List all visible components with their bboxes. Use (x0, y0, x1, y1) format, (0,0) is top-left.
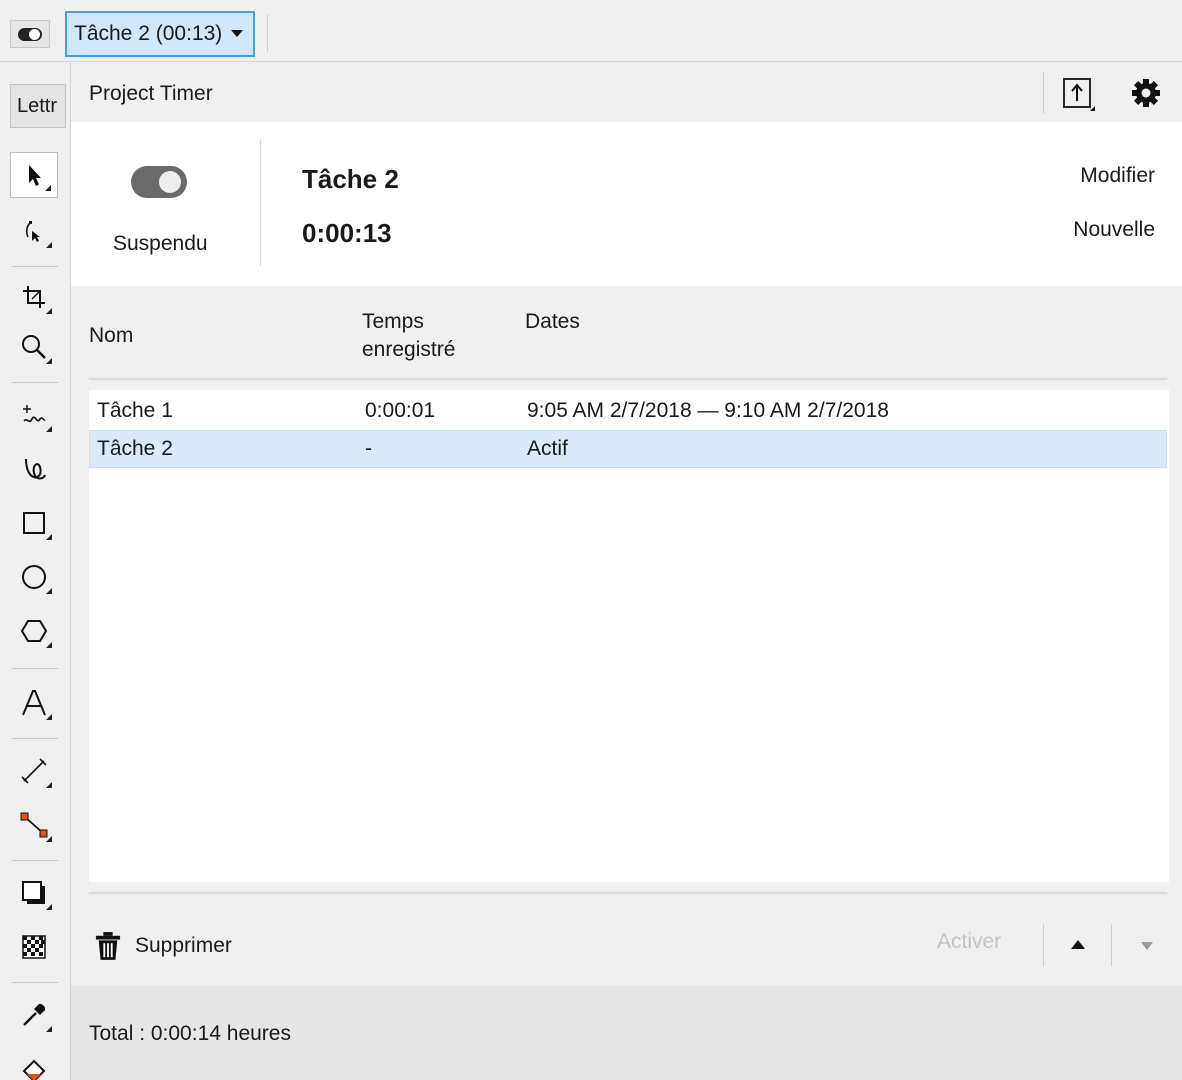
divider (12, 266, 58, 267)
connector-tool-icon[interactable] (10, 802, 58, 848)
divider (1043, 72, 1044, 114)
table-row[interactable]: Tâche 1 0:00:01 9:05 AM 2/7/2018 — 9:10 … (89, 392, 1167, 430)
timer-toggle-icon[interactable] (10, 20, 50, 48)
ellipse-tool-icon[interactable] (10, 554, 58, 600)
new-task-link[interactable]: Nouvelle (1073, 218, 1155, 242)
shape-tool-icon[interactable] (10, 208, 58, 254)
total-bar: Total : 0:00:14 heures (71, 986, 1182, 1080)
column-header-name[interactable]: Nom (89, 322, 133, 350)
chevron-down-icon (231, 30, 243, 37)
current-task-elapsed: 0:00:13 (302, 218, 392, 248)
divider (267, 14, 268, 52)
timer-status-area: Suspendu Tâche 2 0:00:13 Modifier Nouvel… (71, 122, 1182, 286)
project-timer-panel: Project Timer Suspendu Tâche 2 0:00:13 M… (70, 62, 1182, 1080)
column-header-dates[interactable]: Dates (525, 308, 580, 336)
row-time: 0:00:01 (365, 399, 436, 422)
task-list-area: Nom Temps enregistré Dates Tâche 1 0:00:… (71, 286, 1182, 988)
top-toolbar: Tâche 2 (00:13) (0, 0, 1182, 62)
delete-label: Supprimer (135, 934, 232, 957)
divider (260, 140, 261, 266)
row-dates: 9:05 AM 2/7/2018 — 9:10 AM 2/7/2018 (527, 399, 889, 422)
freehand-tool-icon[interactable] (10, 392, 58, 438)
total-time-label: Total : 0:00:14 heures (89, 1022, 291, 1045)
polygon-tool-icon[interactable] (10, 608, 58, 654)
divider (12, 860, 58, 861)
eyedropper-tool-icon[interactable] (10, 992, 58, 1038)
dimension-tool-icon[interactable] (10, 748, 58, 794)
divider (12, 982, 58, 983)
crop-tool-icon[interactable] (10, 274, 58, 320)
move-up-arrow-icon[interactable] (1071, 940, 1085, 949)
task-selector-dropdown[interactable]: Tâche 2 (00:13) (65, 11, 255, 57)
property-tab[interactable]: Lettr (10, 84, 66, 128)
export-icon[interactable] (1061, 76, 1097, 112)
divider (89, 378, 1167, 380)
delete-button[interactable]: Supprimer (95, 928, 232, 964)
panel-header: Project Timer (71, 62, 1182, 122)
divider (1043, 924, 1044, 966)
row-time: - (365, 437, 372, 460)
action-bar: Supprimer Activer (71, 894, 1182, 986)
artistic-media-tool-icon[interactable] (10, 446, 58, 492)
panel-title: Project Timer (89, 82, 213, 105)
row-name: Tâche 2 (97, 437, 173, 460)
timer-toggle-switch[interactable] (131, 166, 187, 198)
divider (12, 382, 58, 383)
column-header-time[interactable]: Temps enregistré (362, 308, 455, 364)
divider (1111, 924, 1112, 966)
activate-button[interactable]: Activer (937, 930, 1001, 954)
divider (12, 738, 58, 739)
current-task-name: Tâche 2 (302, 164, 399, 194)
zoom-tool-icon[interactable] (10, 324, 58, 370)
drop-shadow-tool-icon[interactable] (10, 870, 58, 916)
rectangle-tool-icon[interactable] (10, 500, 58, 546)
fill-tool-icon[interactable] (10, 1046, 58, 1080)
task-selector-label: Tâche 2 (00:13) (74, 22, 223, 45)
text-tool-icon[interactable] (10, 680, 58, 726)
task-table: Tâche 1 0:00:01 9:05 AM 2/7/2018 — 9:10 … (89, 390, 1169, 882)
divider (12, 668, 58, 669)
modify-task-link[interactable]: Modifier (1080, 164, 1155, 188)
pick-tool-icon[interactable] (10, 152, 58, 198)
toolbox: Lettr (0, 62, 70, 1080)
table-row-selected[interactable]: Tâche 2 - Actif (89, 430, 1167, 468)
row-dates: Actif (527, 437, 568, 460)
row-name: Tâche 1 (97, 399, 173, 422)
trash-icon (95, 932, 121, 960)
transparency-tool-icon[interactable] (10, 924, 58, 970)
move-down-arrow-icon[interactable] (1141, 942, 1153, 950)
timer-status-label: Suspendu (113, 232, 208, 255)
gear-icon[interactable] (1129, 76, 1163, 110)
